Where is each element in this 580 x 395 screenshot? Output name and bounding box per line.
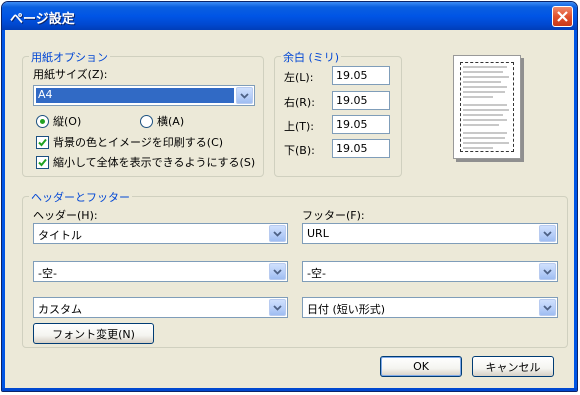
footer-select-3-value: 日付 (短い形式) — [307, 303, 386, 316]
footer-select-1[interactable]: URL — [302, 223, 558, 244]
landscape-radio[interactable]: 横(A) — [140, 113, 184, 129]
window-border-bottom — [2, 388, 577, 391]
portrait-label: 縦(O) — [53, 115, 82, 128]
header-select-2-value: -空- — [38, 267, 57, 280]
header-footer-legend: ヘッダーとフッター — [29, 189, 132, 205]
margins-legend: 余白 (ミリ) — [281, 49, 342, 65]
margin-left-label: 左(L): — [284, 71, 314, 84]
paper-size-value: A4 — [36, 88, 234, 103]
margin-top-label: 上(T): — [284, 120, 315, 133]
margin-right-label: 右(R): — [284, 96, 315, 109]
paper-options-legend: 用紙オプション — [29, 49, 110, 65]
close-icon — [557, 11, 568, 22]
check-icon — [36, 135, 49, 149]
chevron-down-icon[interactable] — [269, 225, 286, 242]
chevron-down-icon[interactable] — [269, 299, 286, 316]
chevron-down-icon[interactable] — [236, 87, 253, 104]
margin-right-input[interactable]: 19.05 — [332, 91, 390, 110]
header-select-3-value: カスタム — [38, 303, 82, 316]
shrink-to-fit-checkbox[interactable]: 縮小して全体を表示できるようにする(S) — [36, 154, 255, 170]
check-icon — [36, 155, 49, 169]
print-background-checkbox[interactable]: 背景の色とイメージを印刷する(C) — [36, 134, 223, 150]
header-label: ヘッダー(H): — [33, 209, 98, 222]
change-font-button[interactable]: フォント変更(N) — [33, 323, 154, 344]
radio-unselected-icon — [140, 114, 153, 128]
portrait-radio[interactable]: 縦(O) — [36, 113, 81, 129]
chevron-down-icon[interactable] — [539, 225, 556, 242]
cancel-button[interactable]: キャンセル — [472, 356, 554, 377]
window-title: ページ設定 — [10, 12, 75, 27]
chevron-down-icon[interactable] — [539, 299, 556, 316]
footer-select-2-value: -空- — [307, 267, 326, 280]
margin-bottom-input[interactable]: 19.05 — [332, 139, 390, 158]
footer-select-2[interactable]: -空- — [302, 261, 558, 282]
close-button[interactable] — [552, 6, 573, 27]
landscape-label: 横(A) — [157, 115, 185, 128]
header-select-3[interactable]: カスタム — [33, 297, 288, 318]
footer-select-1-value: URL — [307, 227, 329, 240]
chevron-down-icon[interactable] — [269, 263, 286, 280]
footer-select-3[interactable]: 日付 (短い形式) — [302, 297, 558, 318]
title-bar[interactable]: ページ設定 — [2, 2, 577, 30]
page-setup-dialog: ページ設定 用紙オプション 用紙サイズ(Z): A4 縦(O) 横(A) 背景の… — [1, 1, 578, 392]
header-select-2[interactable]: -空- — [33, 261, 288, 282]
shrink-to-fit-label: 縮小して全体を表示できるようにする(S) — [53, 156, 256, 169]
margin-top-input[interactable]: 19.05 — [332, 115, 390, 134]
page-preview — [453, 55, 521, 159]
print-background-label: 背景の色とイメージを印刷する(C) — [53, 136, 224, 149]
window-border-right — [574, 30, 577, 391]
window-border-left — [2, 30, 5, 391]
ok-button[interactable]: OK — [380, 356, 462, 377]
chevron-down-icon[interactable] — [539, 263, 556, 280]
header-select-1[interactable]: タイトル — [33, 223, 288, 244]
paper-size-label: 用紙サイズ(Z): — [33, 68, 108, 81]
margin-left-input[interactable]: 19.05 — [332, 66, 390, 85]
header-select-1-value: タイトル — [38, 229, 82, 242]
radio-selected-icon — [36, 114, 49, 128]
footer-label: フッター(F): — [302, 209, 365, 222]
margin-bottom-label: 下(B): — [284, 144, 315, 157]
paper-size-select[interactable]: A4 — [33, 85, 255, 106]
